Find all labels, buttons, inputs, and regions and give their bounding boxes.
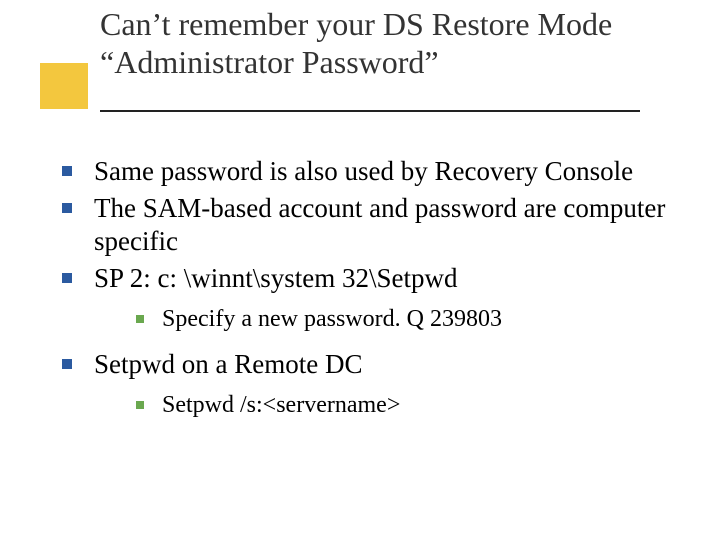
bullet-item: The SAM-based account and password are c… <box>58 192 668 258</box>
bullet-text: Setpwd on a Remote DC <box>94 349 362 379</box>
slide-body: Same password is also used by Recovery C… <box>58 155 668 434</box>
accent-block <box>40 63 88 109</box>
sub-bullet-item: Setpwd /s:<servername> <box>132 391 668 420</box>
sub-bullet-text: Setpwd /s:<servername> <box>162 392 400 418</box>
slide-title: Can’t remember your DS Restore Mode “Adm… <box>100 5 680 82</box>
sub-bullet-list: Specify a new password. Q 239803 <box>94 305 668 334</box>
sub-bullet-text: Specify a new password. Q 239803 <box>162 306 502 332</box>
slide: Can’t remember your DS Restore Mode “Adm… <box>0 0 720 540</box>
sub-bullet-item: Specify a new password. Q 239803 <box>132 305 668 334</box>
bullet-text: SP 2: c: \winnt\system 32\Setpwd <box>94 263 458 293</box>
bullet-item: SP 2: c: \winnt\system 32\Setpwd Specify… <box>58 262 668 334</box>
sub-bullet-list: Setpwd /s:<servername> <box>94 391 668 420</box>
bullet-list: Same password is also used by Recovery C… <box>58 155 668 420</box>
bullet-text: Same password is also used by Recovery C… <box>94 156 633 186</box>
title-underline <box>100 110 640 112</box>
bullet-item: Setpwd on a Remote DC Setpwd /s:<servern… <box>58 348 668 420</box>
bullet-text: The SAM-based account and password are c… <box>94 193 665 256</box>
bullet-item: Same password is also used by Recovery C… <box>58 155 668 188</box>
